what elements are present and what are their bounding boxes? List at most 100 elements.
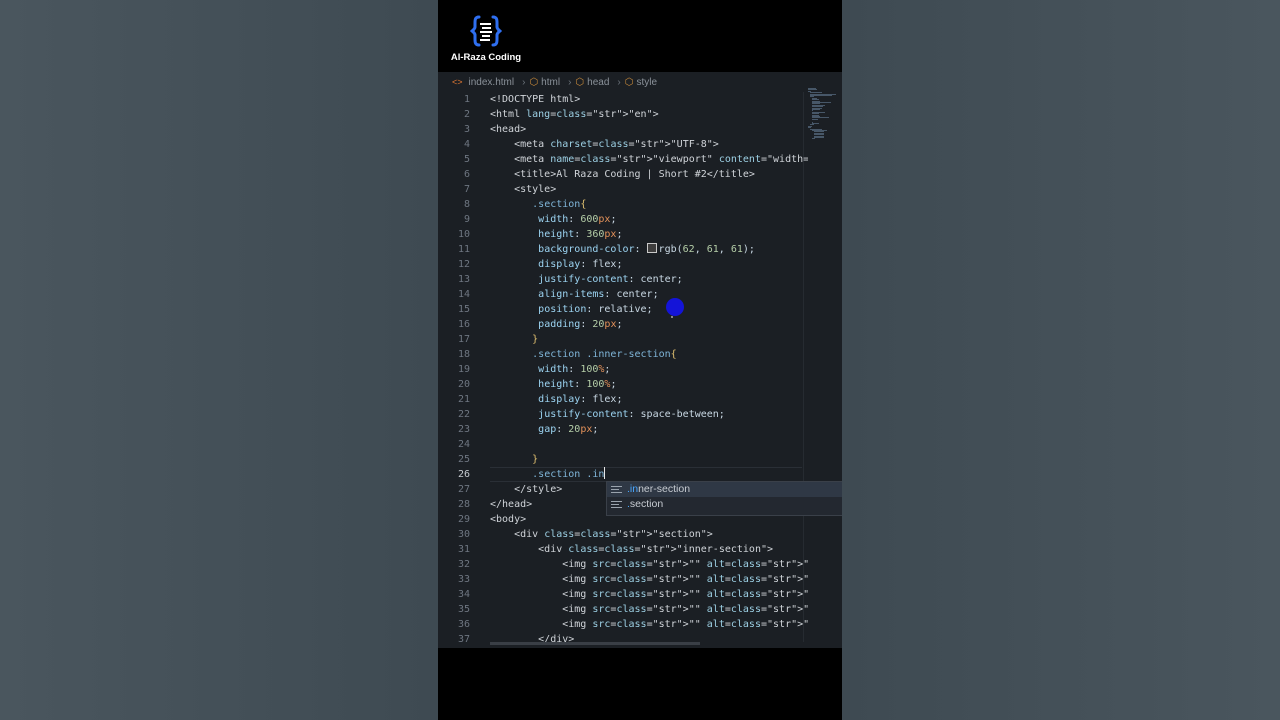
code-text: <meta charset=class="str">"UTF-8"> [490, 139, 719, 150]
line-number: 19 [457, 364, 470, 375]
line-number: 36 [457, 619, 470, 630]
line-number: 32 [457, 559, 470, 570]
cursor-dot [671, 316, 673, 318]
code-line[interactable]: 31 <div class=class="str">"inner-section… [438, 542, 808, 557]
code-area[interactable]: 1 <!DOCTYPE html> 2 <html lang=class="str">… [438, 92, 808, 648]
line-number: 1 [463, 94, 470, 105]
code-text: <title>Al Raza Coding | Short #2</title> [490, 169, 755, 180]
chevron-right-icon: › [568, 76, 572, 88]
autocomplete-item[interactable]: . section [607, 497, 842, 512]
minimap[interactable] [806, 88, 842, 148]
code-line[interactable]: 32 <img src=class="str">"" alt=class="st… [438, 557, 808, 572]
code-text: <style> [490, 184, 557, 195]
code-line[interactable]: 26 .section .in [438, 467, 808, 482]
code-text: <img src=class="str">"" alt=class="str">… [490, 589, 808, 600]
code-line[interactable]: 34 <img src=class="str">"" alt=class="st… [438, 587, 808, 602]
autocomplete-item[interactable]: .in ner-section [607, 482, 842, 497]
code-line[interactable]: 17 } [438, 332, 808, 347]
code-text: padding: 20px; [538, 319, 623, 330]
code-text: justify-content: space-between; [538, 409, 725, 420]
breadcrumb-item-style[interactable]: ⬡ style [625, 77, 657, 88]
code-line[interactable]: 30 <div class=class="str">"section"> [438, 527, 808, 542]
code-line[interactable]: 35 <img src=class="str">"" alt=class="st… [438, 602, 808, 617]
line-number: 17 [457, 334, 470, 345]
line-number: 7 [463, 184, 470, 195]
css-class-icon [611, 485, 622, 494]
chevron-right-icon: › [617, 76, 621, 88]
code-line[interactable]: 22 justify-content: space-between; [438, 407, 808, 422]
code-line[interactable]: 12 display: flex; [438, 257, 808, 272]
line-number: 6 [463, 169, 470, 180]
line-number: 23 [457, 424, 470, 435]
line-number: 31 [457, 544, 470, 555]
line-number: 25 [457, 454, 470, 465]
element-icon: ⬡ [624, 76, 634, 88]
line-number: 14 [457, 289, 470, 300]
element-icon: ⬡ [529, 76, 539, 88]
code-line[interactable]: 8 .section{ [438, 197, 808, 212]
line-number: 28 [457, 499, 470, 510]
code-line[interactable]: 7 <style> [438, 182, 808, 197]
code-line[interactable]: 10 height: 360px; [438, 227, 808, 242]
background-left [0, 0, 438, 720]
code-line[interactable]: 2 <html lang=class="str">"en"> [438, 107, 808, 122]
code-line[interactable]: 33 <img src=class="str">"" alt=class="st… [438, 572, 808, 587]
code-line[interactable]: 13 justify-content: center; [438, 272, 808, 287]
minimap-line [812, 138, 815, 140]
code-text: display: flex; [538, 394, 623, 405]
code-line[interactable]: 5 <meta name=class="str">"viewport" cont… [438, 152, 808, 167]
code-line[interactable]: 1 <!DOCTYPE html> [438, 92, 808, 107]
line-number: 30 [457, 529, 470, 540]
color-swatch[interactable] [646, 243, 657, 253]
line-number: 33 [457, 574, 470, 585]
code-line[interactable]: 4 <meta charset=class="str">"UTF-8"> [438, 137, 808, 152]
code-line[interactable]: 19 width: 100%; [438, 362, 808, 377]
code-text: gap: 20px; [538, 424, 599, 435]
code-text: width: 600px; [538, 214, 617, 225]
line-number: 3 [463, 124, 470, 135]
code-line[interactable]: 6 <title>Al Raza Coding | Short #2</titl… [438, 167, 808, 182]
code-line[interactable]: 15 position: relative; [438, 302, 808, 317]
code-text: align-items: center; [538, 289, 659, 300]
code-text: <!DOCTYPE html> [490, 94, 581, 105]
code-line[interactable]: 18 .section .inner-section{ [438, 347, 808, 362]
code-text: justify-content: center; [538, 274, 683, 285]
code-line[interactable]: 36 <img src=class="str">"" alt=class="st… [438, 617, 808, 632]
code-line[interactable]: 20 height: 100%; [438, 377, 808, 392]
code-line[interactable]: 11 background-color: rgb(62, 61, 61); [438, 242, 808, 257]
horizontal-scrollbar[interactable] [490, 642, 700, 645]
line-number: 34 [457, 589, 470, 600]
code-text: <img src=class="str">"" alt=class="str">… [490, 559, 808, 570]
code-line[interactable]: 24 [438, 437, 808, 452]
code-line[interactable]: 23 gap: 20px; [438, 422, 808, 437]
line-number: 5 [463, 154, 470, 165]
css-class-icon [611, 500, 622, 509]
code-text: height: 360px; [538, 229, 623, 240]
code-text: } [532, 334, 539, 345]
breadcrumb-item-file[interactable]: <> index.html [452, 77, 514, 88]
code-text: <meta name=class="str">"viewport" conten… [490, 154, 808, 165]
code-text: .section .inner-section{ [532, 349, 677, 360]
line-number: 22 [457, 409, 470, 420]
code-editor[interactable]: <> index.html › ⬡ html › ⬡ head › ⬡ styl… [438, 72, 842, 648]
code-line[interactable]: 16 padding: 20px; [438, 317, 808, 332]
code-line[interactable]: 21 display: flex; [438, 392, 808, 407]
code-line[interactable]: 14 align-items: center; [438, 287, 808, 302]
breadcrumb-item-head[interactable]: ⬡ head [575, 77, 609, 88]
code-text: </style> [490, 484, 563, 495]
code-line[interactable]: 25 } [438, 452, 808, 467]
code-text: background-color: rgb(62, 61, 61); [538, 243, 755, 255]
mouse-pointer-highlight [666, 298, 684, 316]
line-number: 13 [457, 274, 470, 285]
line-number: 11 [457, 244, 470, 255]
code-text: <img src=class="str">"" alt=class="str">… [490, 574, 808, 585]
code-line[interactable]: 9 width: 600px; [438, 212, 808, 227]
code-text: <head> [490, 124, 527, 135]
line-number: 10 [457, 229, 470, 240]
code-text: <div class=class="str">"inner-section"> [490, 544, 774, 555]
code-braces-icon [470, 14, 502, 48]
code-line[interactable]: 3 <head> [438, 122, 808, 137]
breadcrumb-item-html[interactable]: ⬡ html [529, 77, 560, 88]
line-number: 37 [457, 634, 470, 645]
code-text: <body> [490, 514, 527, 525]
